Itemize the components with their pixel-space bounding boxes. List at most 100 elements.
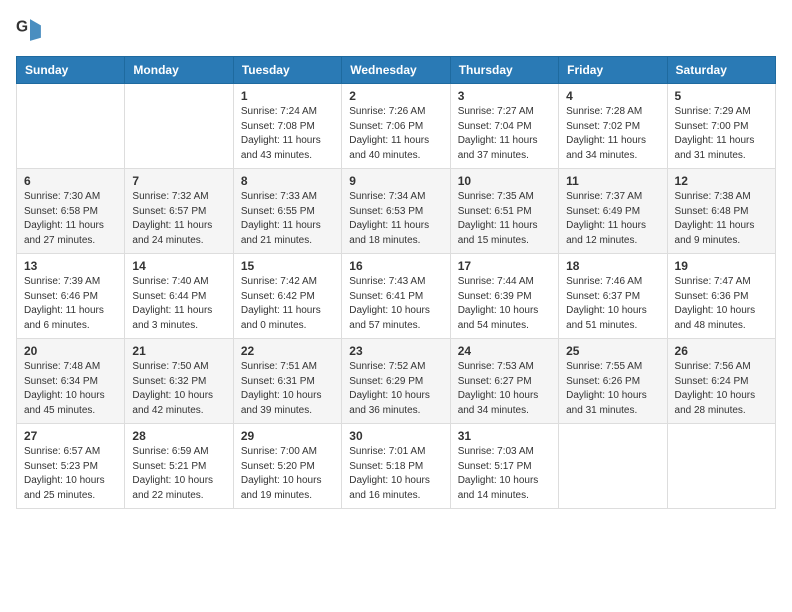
- day-number: 22: [241, 344, 334, 358]
- day-number: 30: [349, 429, 442, 443]
- day-info: Sunrise: 7:43 AMSunset: 6:41 PMDaylight:…: [349, 275, 442, 333]
- day-info: Sunrise: 7:40 AMSunset: 6:44 PMDaylight:…: [132, 275, 225, 333]
- page-header: G: [16, 16, 776, 44]
- day-info: Sunrise: 7:50 AMSunset: 6:32 PMDaylight:…: [132, 360, 225, 418]
- day-number: 12: [675, 174, 768, 188]
- day-number: 25: [566, 344, 659, 358]
- day-number: 21: [132, 344, 225, 358]
- day-number: 13: [24, 259, 117, 273]
- logo: G: [16, 16, 48, 44]
- day-info: Sunrise: 7:28 AMSunset: 7:02 PMDaylight:…: [566, 105, 659, 163]
- day-number: 17: [458, 259, 551, 273]
- day-number: 23: [349, 344, 442, 358]
- day-number: 14: [132, 259, 225, 273]
- day-info: Sunrise: 7:52 AMSunset: 6:29 PMDaylight:…: [349, 360, 442, 418]
- calendar-cell: 26 Sunrise: 7:56 AMSunset: 6:24 PMDayligh…: [667, 339, 775, 424]
- calendar-cell: [17, 84, 125, 169]
- calendar-week-5: 27Sunrise: 6:57 AMSunset: 5:23 PMDayligh…: [17, 424, 776, 509]
- day-info: Sunrise: 7:32 AMSunset: 6:57 PMDaylight:…: [132, 190, 225, 248]
- day-info: Sunrise: 7:30 AMSunset: 6:58 PMDaylight:…: [24, 190, 117, 248]
- header-monday: Monday: [125, 57, 233, 84]
- calendar-week-4: 20 Sunrise: 7:48 AMSunset: 6:34 PMDayligh…: [17, 339, 776, 424]
- header-wednesday: Wednesday: [342, 57, 450, 84]
- calendar-cell: 10 Sunrise: 7:35 AMSunset: 6:51 PMDayligh…: [450, 169, 558, 254]
- day-info: Sunrise: 7:53 AMSunset: 6:27 PMDaylight:…: [458, 360, 551, 418]
- day-info: Sunrise: 7:46 AMSunset: 6:37 PMDaylight:…: [566, 275, 659, 333]
- day-info: Sunrise: 7:56 AMSunset: 6:24 PMDaylight:…: [675, 360, 768, 418]
- day-info: Sunrise: 7:01 AMSunset: 5:18 PMDaylight:…: [349, 445, 442, 503]
- day-number: 9: [349, 174, 442, 188]
- header-sunday: Sunday: [17, 57, 125, 84]
- day-info: Sunrise: 7:55 AMSunset: 6:26 PMDaylight:…: [566, 360, 659, 418]
- day-number: 28: [132, 429, 225, 443]
- day-number: 2: [349, 89, 442, 103]
- day-number: 4: [566, 89, 659, 103]
- calendar-cell: 29 Sunrise: 7:00 AMSunset: 5:20 PMDayligh…: [233, 424, 341, 509]
- header-thursday: Thursday: [450, 57, 558, 84]
- calendar-week-3: 13 Sunrise: 7:39 AMSunset: 6:46 PMDayligh…: [17, 254, 776, 339]
- calendar-header-row: SundayMondayTuesdayWednesdayThursdayFrid…: [17, 57, 776, 84]
- calendar-cell: 31 Sunrise: 7:03 AMSunset: 5:17 PMDayligh…: [450, 424, 558, 509]
- day-number: 8: [241, 174, 334, 188]
- calendar-cell: 6 Sunrise: 7:30 AMSunset: 6:58 PMDaylight…: [17, 169, 125, 254]
- calendar-cell: 5 Sunrise: 7:29 AMSunset: 7:00 PMDaylight…: [667, 84, 775, 169]
- day-info: Sunrise: 7:33 AMSunset: 6:55 PMDaylight:…: [241, 190, 334, 248]
- calendar-cell: 14 Sunrise: 7:40 AMSunset: 6:44 PMDayligh…: [125, 254, 233, 339]
- day-number: 3: [458, 89, 551, 103]
- day-info: Sunrise: 7:37 AMSunset: 6:49 PMDaylight:…: [566, 190, 659, 248]
- day-number: 1: [241, 89, 334, 103]
- day-info: Sunrise: 7:47 AMSunset: 6:36 PMDaylight:…: [675, 275, 768, 333]
- day-number: 27: [24, 429, 117, 443]
- logo-icon: G: [16, 16, 44, 44]
- calendar-cell: 7 Sunrise: 7:32 AMSunset: 6:57 PMDaylight…: [125, 169, 233, 254]
- day-number: 18: [566, 259, 659, 273]
- calendar-cell: 11Sunrise: 7:37 AMSunset: 6:49 PMDayligh…: [559, 169, 667, 254]
- day-info: Sunrise: 7:29 AMSunset: 7:00 PMDaylight:…: [675, 105, 768, 163]
- header-tuesday: Tuesday: [233, 57, 341, 84]
- day-info: Sunrise: 7:00 AMSunset: 5:20 PMDaylight:…: [241, 445, 334, 503]
- day-number: 16: [349, 259, 442, 273]
- day-info: Sunrise: 7:03 AMSunset: 5:17 PMDaylight:…: [458, 445, 551, 503]
- day-number: 26: [675, 344, 768, 358]
- calendar-week-2: 6 Sunrise: 7:30 AMSunset: 6:58 PMDaylight…: [17, 169, 776, 254]
- day-info: Sunrise: 7:39 AMSunset: 6:46 PMDaylight:…: [24, 275, 117, 333]
- calendar-cell: 17 Sunrise: 7:44 AMSunset: 6:39 PMDayligh…: [450, 254, 558, 339]
- calendar-cell: 22Sunrise: 7:51 AMSunset: 6:31 PMDayligh…: [233, 339, 341, 424]
- calendar-cell: 27Sunrise: 6:57 AMSunset: 5:23 PMDayligh…: [17, 424, 125, 509]
- calendar-cell: 13 Sunrise: 7:39 AMSunset: 6:46 PMDayligh…: [17, 254, 125, 339]
- day-number: 7: [132, 174, 225, 188]
- calendar-cell: [667, 424, 775, 509]
- calendar-cell: 12Sunrise: 7:38 AMSunset: 6:48 PMDayligh…: [667, 169, 775, 254]
- day-info: Sunrise: 7:27 AMSunset: 7:04 PMDaylight:…: [458, 105, 551, 163]
- day-info: Sunrise: 6:59 AMSunset: 5:21 PMDaylight:…: [132, 445, 225, 503]
- calendar-cell: 16 Sunrise: 7:43 AMSunset: 6:41 PMDayligh…: [342, 254, 450, 339]
- day-info: Sunrise: 7:26 AMSunset: 7:06 PMDaylight:…: [349, 105, 442, 163]
- day-number: 29: [241, 429, 334, 443]
- day-number: 10: [458, 174, 551, 188]
- calendar-table: SundayMondayTuesdayWednesdayThursdayFrid…: [16, 56, 776, 509]
- day-info: Sunrise: 7:48 AMSunset: 6:34 PMDaylight:…: [24, 360, 117, 418]
- day-info: Sunrise: 7:44 AMSunset: 6:39 PMDaylight:…: [458, 275, 551, 333]
- calendar-cell: 1 Sunrise: 7:24 AMSunset: 7:08 PMDaylight…: [233, 84, 341, 169]
- day-number: 31: [458, 429, 551, 443]
- day-info: Sunrise: 7:35 AMSunset: 6:51 PMDaylight:…: [458, 190, 551, 248]
- calendar-cell: 28 Sunrise: 6:59 AMSunset: 5:21 PMDayligh…: [125, 424, 233, 509]
- calendar-cell: 19 Sunrise: 7:47 AMSunset: 6:36 PMDayligh…: [667, 254, 775, 339]
- day-number: 6: [24, 174, 117, 188]
- calendar-cell: 18 Sunrise: 7:46 AMSunset: 6:37 PMDayligh…: [559, 254, 667, 339]
- calendar-cell: 20 Sunrise: 7:48 AMSunset: 6:34 PMDayligh…: [17, 339, 125, 424]
- day-number: 20: [24, 344, 117, 358]
- calendar-cell: 15Sunrise: 7:42 AMSunset: 6:42 PMDayligh…: [233, 254, 341, 339]
- calendar-cell: 25 Sunrise: 7:55 AMSunset: 6:26 PMDayligh…: [559, 339, 667, 424]
- calendar-cell: 8 Sunrise: 7:33 AMSunset: 6:55 PMDaylight…: [233, 169, 341, 254]
- calendar-cell: 21 Sunrise: 7:50 AMSunset: 6:32 PMDayligh…: [125, 339, 233, 424]
- day-info: Sunrise: 7:24 AMSunset: 7:08 PMDaylight:…: [241, 105, 334, 163]
- day-number: 24: [458, 344, 551, 358]
- calendar-cell: [125, 84, 233, 169]
- calendar-cell: 30 Sunrise: 7:01 AMSunset: 5:18 PMDayligh…: [342, 424, 450, 509]
- calendar-cell: 24 Sunrise: 7:53 AMSunset: 6:27 PMDayligh…: [450, 339, 558, 424]
- calendar-cell: 23 Sunrise: 7:52 AMSunset: 6:29 PMDayligh…: [342, 339, 450, 424]
- header-saturday: Saturday: [667, 57, 775, 84]
- day-number: 19: [675, 259, 768, 273]
- day-number: 5: [675, 89, 768, 103]
